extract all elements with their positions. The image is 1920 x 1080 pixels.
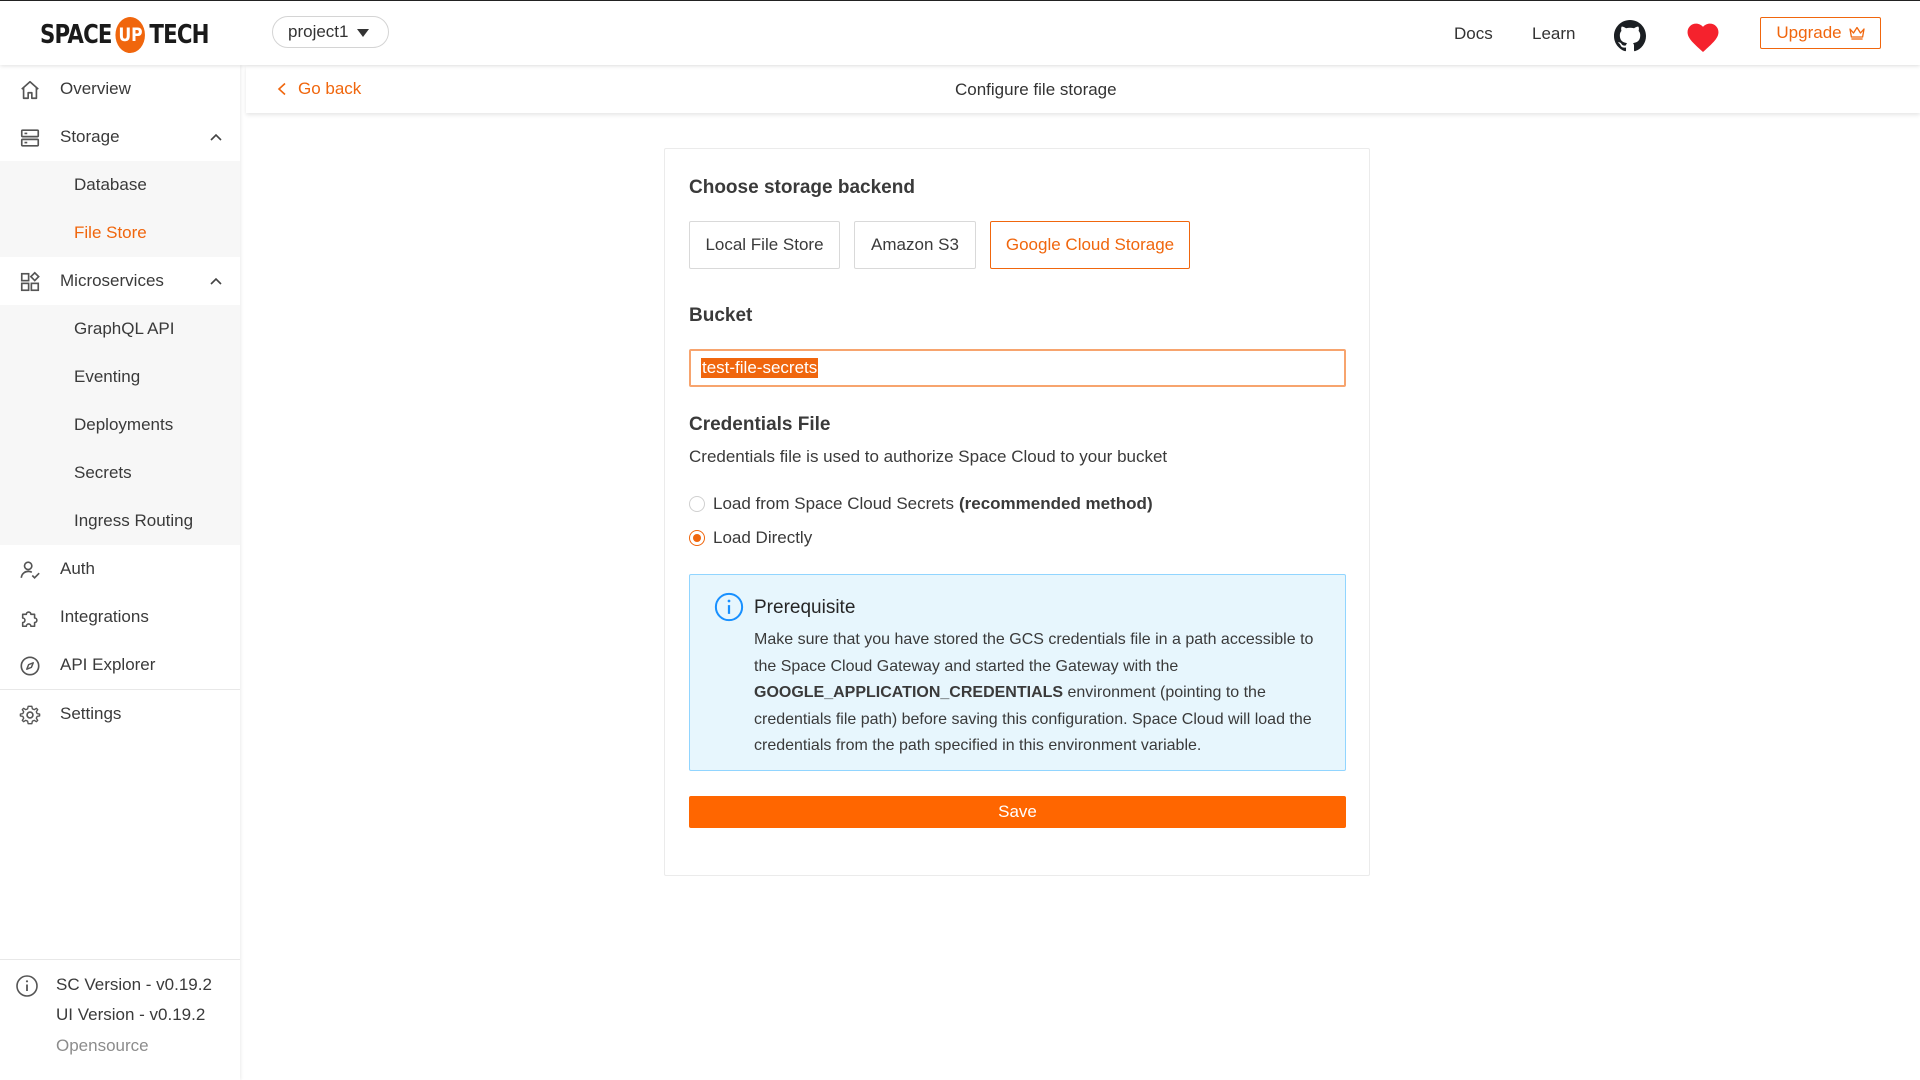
alert-body-text: Make sure that you have stored the GCS c… [754,631,1314,675]
sidebar-item-label: Deployments [74,415,174,434]
gear-icon [19,705,41,725]
sidebar-item-label: Overview [60,79,131,98]
sidebar-item-overview[interactable]: Overview [0,65,240,113]
heart-icon[interactable] [1684,19,1722,53]
alert-title: Prerequisite [754,597,856,618]
sidebar-item-integrations[interactable]: Integrations [0,593,240,641]
sidebar-item-file-store[interactable]: File Store [0,209,240,257]
radio-load-from-secrets[interactable]: Load from Space Cloud Secrets (recommend… [689,494,1153,514]
sidebar-item-storage[interactable]: Storage [0,113,240,161]
sidebar-item-label: Secrets [74,463,132,482]
info-icon [16,975,38,997]
backend-section-title: Choose storage backend [689,177,915,198]
prerequisite-alert: Prerequisite Make sure that you have sto… [689,574,1346,771]
sidebar-item-label: File Store [74,223,147,242]
sidebar-item-label: Eventing [74,367,141,386]
compass-icon [20,656,40,676]
sidebar-item-label: Integrations [60,607,149,626]
save-button[interactable]: Save [689,796,1346,828]
upgrade-button[interactable]: Upgrade [1760,17,1881,49]
page-title: Configure file storage [955,80,1117,99]
sidebar-item-secrets[interactable]: Secrets [0,449,240,497]
learn-link[interactable]: Learn [1532,24,1575,44]
storage-icon [20,129,40,147]
bucket-input[interactable]: test-file-secrets [689,349,1346,387]
spaceuptech-logo[interactable]: SPACE UP TECH [40,17,210,53]
sidebar-item-label: Microservices [60,271,164,290]
logo-up-badge: UP [115,17,146,53]
sidebar-item-graphql-api[interactable]: GraphQL API [0,305,240,353]
sidebar-item-api-explorer[interactable]: API Explorer [0,641,240,689]
caret-down-icon [357,29,369,37]
sidebar-item-label: API Explorer [60,655,156,674]
credentials-description: Credentials file is used to authorize Sp… [689,447,1168,466]
upgrade-label: Upgrade [1776,23,1842,42]
sidebar-item-label: Ingress Routing [74,511,194,530]
sidebar-item-deployments[interactable]: Deployments [0,401,240,449]
backend-amazon-s3[interactable]: Amazon S3 [854,221,976,269]
sidebar-divider [0,959,240,960]
github-icon[interactable] [1614,20,1646,52]
puzzle-icon [21,611,38,628]
sidebar-item-ingress-routing[interactable]: Ingress Routing [0,497,240,545]
home-icon [21,80,39,100]
radio-button[interactable] [689,496,705,512]
radio-label: Load Directly [713,528,813,547]
bucket-value: test-file-secrets [701,358,819,378]
logo-text-right: TECH [149,20,209,50]
backend-label: Google Cloud Storage [1005,235,1175,254]
apps-icon [20,271,40,292]
sidebar-item-eventing[interactable]: Eventing [0,353,240,401]
credentials-label: Credentials File [689,414,831,435]
top-bar: SPACE UP TECH project1 Docs Learn Upgrad… [0,0,1920,65]
sidebar-item-label: Settings [60,704,122,723]
radio-button-selected[interactable] [689,530,705,546]
radio-label-emphasis: (recommended method) [958,494,1153,513]
sidebar-item-auth[interactable]: Auth [0,545,240,593]
page-header: Go back Configure file storage [246,66,1920,113]
bucket-label: Bucket [689,305,753,326]
radio-load-directly[interactable]: Load Directly [689,528,812,548]
file-storage-form: Choose storage backend Local File Store … [664,148,1370,876]
backend-local-file-store[interactable]: Local File Store [689,221,840,269]
user-check-icon [20,561,40,579]
sidebar-item-label: Database [74,175,147,194]
sidebar-item-database[interactable]: Database [0,161,240,209]
backend-label: Local File Store [705,235,824,254]
chevron-up-icon[interactable] [208,273,224,289]
env-variable-name: GOOGLE_APPLICATION_CREDENTIALS [754,684,1064,701]
sidebar-item-label: Storage [60,127,120,146]
ui-version: UI Version - v0.19.2 [56,1005,206,1024]
project-name: project1 [288,22,349,41]
backend-google-cloud-storage[interactable]: Google Cloud Storage [990,221,1190,269]
radio-label: Load from Space Cloud Secrets [713,494,954,513]
sc-version: SC Version - v0.19.2 [56,975,212,994]
backend-label: Amazon S3 [871,235,959,254]
go-back-label: Go back [298,79,362,98]
logo-text-left: SPACE [40,20,112,50]
chevron-left-icon [277,82,286,96]
crown-icon [1848,26,1865,40]
docs-link[interactable]: Docs [1454,24,1493,44]
sidebar-item-settings[interactable]: Settings [0,690,240,738]
chevron-up-icon[interactable] [208,129,224,145]
sidebar-item-label: GraphQL API [74,319,175,338]
info-circle-icon [714,592,744,622]
sidebar-item-label: Auth [60,559,95,578]
sidebar-item-microservices[interactable]: Microservices [0,257,240,305]
project-selector[interactable]: project1 [272,16,389,48]
alert-body: Make sure that you have stored the GCS c… [754,627,1329,760]
go-back-link[interactable]: Go back [276,79,361,99]
edition-label: Opensource [56,1036,149,1055]
sidebar: Overview Storage Database File Store Mic… [0,65,240,1080]
